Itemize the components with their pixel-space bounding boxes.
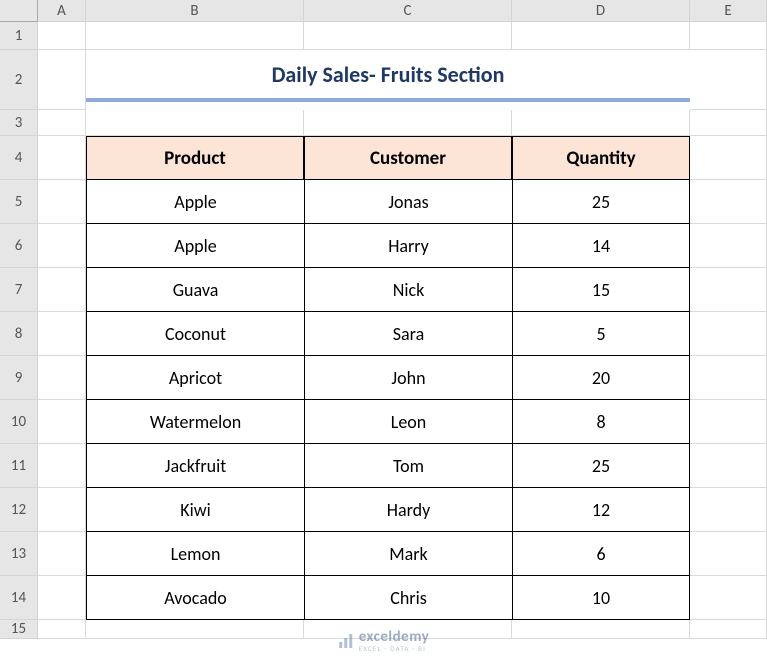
cell-E1[interactable] <box>690 22 767 50</box>
table-row[interactable]: Hardy <box>304 488 512 532</box>
cell-E2[interactable] <box>690 50 767 110</box>
col-header-E[interactable]: E <box>690 0 767 22</box>
table-row[interactable]: Leon <box>304 400 512 444</box>
title-cell[interactable]: Daily Sales- Fruits Section <box>86 50 690 102</box>
row-header-2[interactable]: 2 <box>0 50 38 110</box>
table-row[interactable]: 25 <box>512 444 690 488</box>
cell-B15[interactable] <box>86 620 304 639</box>
table-row[interactable]: Watermelon <box>86 400 304 444</box>
cell-A14[interactable] <box>38 576 86 620</box>
table-row[interactable]: Harry <box>304 224 512 268</box>
table-row[interactable]: 15 <box>512 268 690 312</box>
cell-E9[interactable] <box>690 356 767 400</box>
table-row[interactable]: 14 <box>512 224 690 268</box>
cell-A13[interactable] <box>38 532 86 576</box>
table-row[interactable]: Guava <box>86 268 304 312</box>
row-header-8[interactable]: 8 <box>0 312 38 356</box>
spreadsheet-grid: A B C D E 1 2 Daily Sales- Fruits Sectio… <box>0 0 767 639</box>
cell-E10[interactable] <box>690 400 767 444</box>
cell-A6[interactable] <box>38 224 86 268</box>
table-row[interactable]: Nick <box>304 268 512 312</box>
table-row[interactable]: Kiwi <box>86 488 304 532</box>
col-header-B[interactable]: B <box>86 0 304 22</box>
watermark: exceldemy EXCEL · DATA · BI <box>338 630 430 652</box>
table-header-product[interactable]: Product <box>86 136 304 180</box>
select-all-corner[interactable] <box>0 0 38 22</box>
cell-C1[interactable] <box>304 22 512 50</box>
row-header-9[interactable]: 9 <box>0 356 38 400</box>
row-header-1[interactable]: 1 <box>0 22 38 50</box>
cell-E4[interactable] <box>690 136 767 180</box>
cell-D15[interactable] <box>512 620 690 639</box>
table-row[interactable]: Lemon <box>86 532 304 576</box>
table-row[interactable]: Apple <box>86 180 304 224</box>
cell-A1[interactable] <box>38 22 86 50</box>
row-header-12[interactable]: 12 <box>0 488 38 532</box>
cell-E12[interactable] <box>690 488 767 532</box>
cell-A12[interactable] <box>38 488 86 532</box>
table-row[interactable]: Sara <box>304 312 512 356</box>
row-header-4[interactable]: 4 <box>0 136 38 180</box>
row-header-3[interactable]: 3 <box>0 110 38 136</box>
cell-D3[interactable] <box>512 110 690 136</box>
cell-E13[interactable] <box>690 532 767 576</box>
table-row[interactable]: 5 <box>512 312 690 356</box>
table-row[interactable]: 25 <box>512 180 690 224</box>
cell-E8[interactable] <box>690 312 767 356</box>
cell-E14[interactable] <box>690 576 767 620</box>
table-row[interactable]: 8 <box>512 400 690 444</box>
row-header-7[interactable]: 7 <box>0 268 38 312</box>
cell-A8[interactable] <box>38 312 86 356</box>
cell-A9[interactable] <box>38 356 86 400</box>
table-row[interactable]: Avocado <box>86 576 304 620</box>
cell-A7[interactable] <box>38 268 86 312</box>
col-header-C[interactable]: C <box>304 0 512 22</box>
row-header-11[interactable]: 11 <box>0 444 38 488</box>
table-row[interactable]: Coconut <box>86 312 304 356</box>
table-row[interactable]: 10 <box>512 576 690 620</box>
table-row[interactable]: 12 <box>512 488 690 532</box>
table-row[interactable]: 6 <box>512 532 690 576</box>
table-header-customer[interactable]: Customer <box>304 136 512 180</box>
cell-A10[interactable] <box>38 400 86 444</box>
watermark-brand: exceldemy <box>359 630 430 645</box>
cell-A3[interactable] <box>38 110 86 136</box>
watermark-text: exceldemy EXCEL · DATA · BI <box>359 630 430 652</box>
table-row[interactable]: Jackfruit <box>86 444 304 488</box>
row-header-5[interactable]: 5 <box>0 180 38 224</box>
table-row[interactable]: Apple <box>86 224 304 268</box>
table-row[interactable]: Jonas <box>304 180 512 224</box>
chart-icon <box>338 633 354 649</box>
table-row[interactable]: Apricot <box>86 356 304 400</box>
row-header-10[interactable]: 10 <box>0 400 38 444</box>
table-header-quantity[interactable]: Quantity <box>512 136 690 180</box>
cell-E6[interactable] <box>690 224 767 268</box>
cell-B1[interactable] <box>86 22 304 50</box>
cell-D1[interactable] <box>512 22 690 50</box>
table-row[interactable]: Tom <box>304 444 512 488</box>
row-header-13[interactable]: 13 <box>0 532 38 576</box>
row-header-15[interactable]: 15 <box>0 620 38 639</box>
col-header-D[interactable]: D <box>512 0 690 22</box>
table-row[interactable]: John <box>304 356 512 400</box>
cell-B3[interactable] <box>86 110 304 136</box>
cell-A15[interactable] <box>38 620 86 639</box>
cell-E5[interactable] <box>690 180 767 224</box>
cell-A5[interactable] <box>38 180 86 224</box>
table-row[interactable]: Chris <box>304 576 512 620</box>
cell-E11[interactable] <box>690 444 767 488</box>
table-row[interactable]: Mark <box>304 532 512 576</box>
row-header-14[interactable]: 14 <box>0 576 38 620</box>
cell-C3[interactable] <box>304 110 512 136</box>
cell-A11[interactable] <box>38 444 86 488</box>
cell-E3[interactable] <box>690 110 767 136</box>
watermark-tagline: EXCEL · DATA · BI <box>359 645 430 652</box>
cell-A4[interactable] <box>38 136 86 180</box>
col-header-A[interactable]: A <box>38 0 86 22</box>
cell-E7[interactable] <box>690 268 767 312</box>
cell-A2[interactable] <box>38 50 86 110</box>
cell-E15[interactable] <box>690 620 767 639</box>
table-row[interactable]: 20 <box>512 356 690 400</box>
row-header-6[interactable]: 6 <box>0 224 38 268</box>
